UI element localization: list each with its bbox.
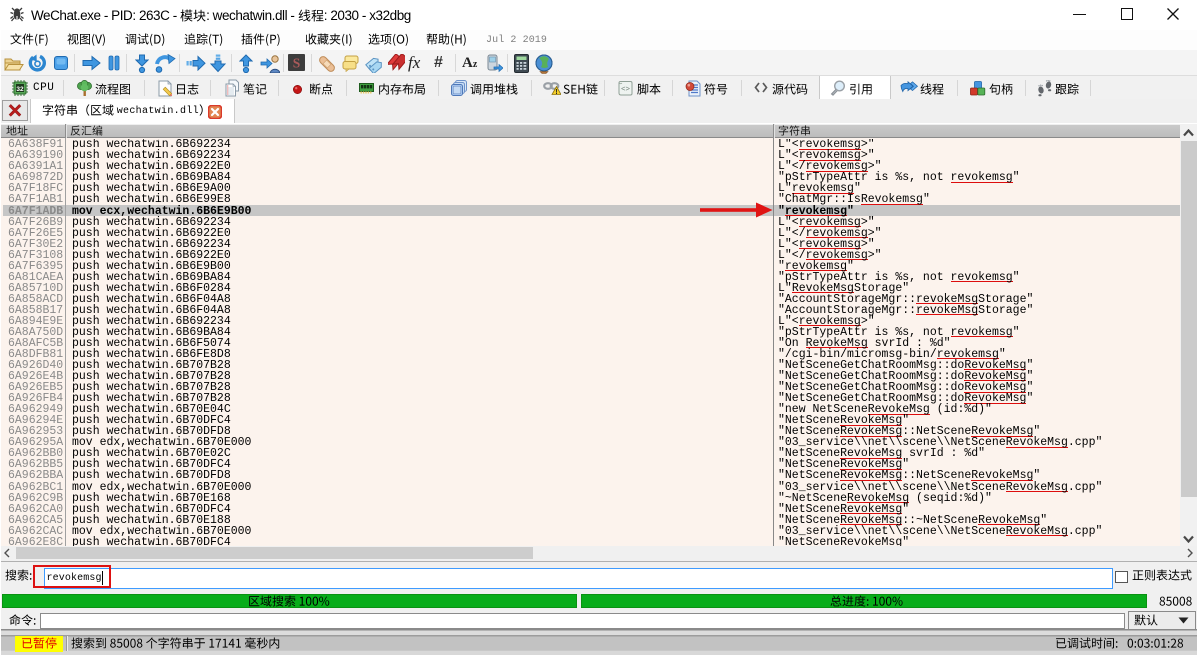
svg-text:S: S [293,56,301,71]
svg-text:32: 32 [16,86,24,93]
svg-text:!: ! [556,89,558,96]
svg-text:<>: <> [621,86,631,94]
